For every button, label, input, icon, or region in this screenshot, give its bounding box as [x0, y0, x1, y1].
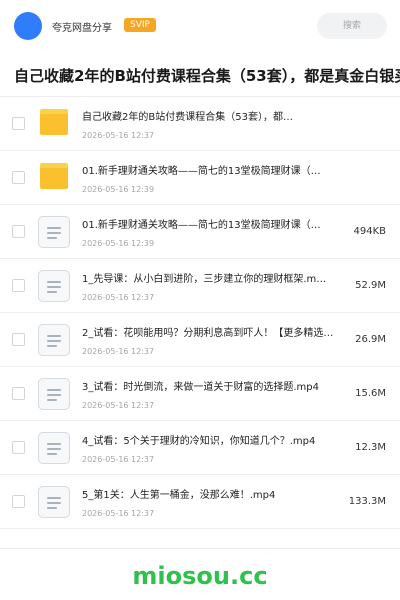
- folder-icon: [40, 109, 68, 135]
- folder-icon: [40, 163, 68, 189]
- file-date: 2026-05-16 12:39: [82, 185, 155, 194]
- vip-badge: SVIP: [124, 18, 156, 32]
- list-item[interactable]: 01.新手理财通关攻略——简七的13堂极简理财课（… 2026-05-16 12…: [0, 151, 400, 205]
- file-name: 1_先导课：从小白到进阶，三步建立你的理财框架.m…: [82, 274, 327, 285]
- checkbox[interactable]: [12, 387, 25, 400]
- document-icon: [38, 378, 70, 410]
- file-size: 494KB: [353, 226, 386, 237]
- avatar[interactable]: [14, 12, 42, 40]
- file-name: 4_试看：5个关于理财的冷知识，你知道几个？.mp4: [82, 436, 316, 447]
- file-date: 2026-05-16 12:37: [82, 293, 155, 302]
- checkbox[interactable]: [12, 117, 25, 130]
- checkbox[interactable]: [12, 225, 25, 238]
- list-item[interactable]: 1_先导课：从小白到进阶，三步建立你的理财框架.m… 2026-05-16 12…: [0, 259, 400, 313]
- file-date: 2026-05-16 12:37: [82, 509, 155, 518]
- file-name: 01.新手理财通关攻略——简七的13堂极简理财课（…: [82, 166, 321, 177]
- file-date: 2026-05-16 12:37: [82, 401, 155, 410]
- file-size: 133.3M: [348, 496, 386, 507]
- file-size: 26.9M: [355, 334, 386, 345]
- file-date: 2026-05-16 12:37: [82, 347, 155, 356]
- checkbox[interactable]: [12, 441, 25, 454]
- document-icon: [38, 270, 70, 302]
- checkbox[interactable]: [12, 171, 25, 184]
- file-date: 2026-05-16 12:39: [82, 239, 155, 248]
- file-list: 自己收藏2年的B站付费课程合集（53套），都… 2026-05-16 12:37…: [0, 97, 400, 529]
- document-icon: [38, 486, 70, 518]
- document-icon: [38, 324, 70, 356]
- file-name: 2_试看：花呗能用吗？分期利息高到吓人！【更多精选…: [82, 328, 334, 339]
- list-item[interactable]: 3_试看：时光倒流，来做一道关于财富的选择题.mp4 2026-05-16 12…: [0, 367, 400, 421]
- file-name: 5_第1关：人生第一桶金，没那么难！.mp4: [82, 490, 276, 501]
- top-bar: 夸克网盘分享 SVIP: [0, 0, 400, 52]
- document-icon: [38, 432, 70, 464]
- file-name: 3_试看：时光倒流，来做一道关于财富的选择题.mp4: [82, 382, 319, 393]
- file-size: 52.9M: [355, 280, 386, 291]
- checkbox[interactable]: [12, 279, 25, 292]
- file-name: 自己收藏2年的B站付费课程合集（53套），都…: [82, 112, 293, 123]
- document-icon: [38, 216, 70, 248]
- file-date: 2026-05-16 12:37: [82, 455, 155, 464]
- username: 夸克网盘分享: [52, 23, 112, 34]
- checkbox[interactable]: [12, 333, 25, 346]
- list-item[interactable]: 4_试看：5个关于理财的冷知识，你知道几个？.mp4 2026-05-16 12…: [0, 421, 400, 475]
- page-title: 自己收藏2年的B站付费课程合集（53套），都是真金白银买: [14, 67, 400, 85]
- search-input[interactable]: [317, 13, 387, 39]
- list-item[interactable]: 自己收藏2年的B站付费课程合集（53套），都… 2026-05-16 12:37: [0, 97, 400, 151]
- file-size: 12.3M: [355, 442, 386, 453]
- list-item[interactable]: 2_试看：花呗能用吗？分期利息高到吓人！【更多精选… 2026-05-16 12…: [0, 313, 400, 367]
- divider: [0, 548, 400, 549]
- list-item[interactable]: 5_第1关：人生第一桶金，没那么难！.mp4 2026-05-16 12:37 …: [0, 475, 400, 529]
- file-name: 01.新手理财通关攻略——简七的13堂极简理财课（…: [82, 220, 321, 231]
- file-date: 2026-05-16 12:37: [82, 131, 155, 140]
- checkbox[interactable]: [12, 495, 25, 508]
- watermark: miosou.cc: [132, 562, 268, 590]
- file-size: 15.6M: [355, 388, 386, 399]
- list-item[interactable]: 01.新手理财通关攻略——简七的13堂极简理财课（… 2026-05-16 12…: [0, 205, 400, 259]
